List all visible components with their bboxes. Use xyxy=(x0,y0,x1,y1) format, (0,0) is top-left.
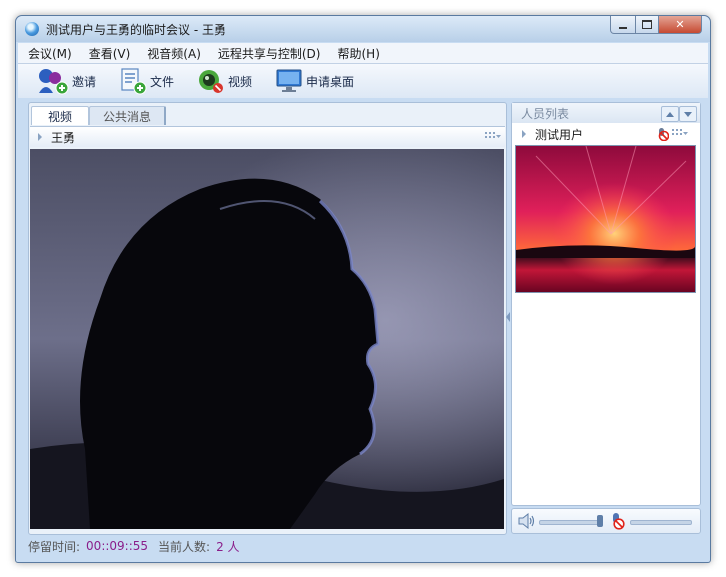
people-count-label: 当前人数: xyxy=(158,539,211,554)
remote-video xyxy=(30,149,504,529)
people-count-value: 2 人 xyxy=(216,539,240,554)
close-button[interactable]: ✕ xyxy=(659,16,702,34)
status-bar: 停留时间: 00::09::55 当前人数: 2 人 xyxy=(28,536,250,556)
participant-name: 测试用户 xyxy=(535,128,584,142)
file-button[interactable]: 文件 xyxy=(118,67,174,95)
mic-muted-icon[interactable] xyxy=(608,512,626,530)
speaker-volume-thumb[interactable] xyxy=(597,515,603,527)
video-frame xyxy=(30,149,504,529)
participant-list-title: 人员列表 xyxy=(521,107,570,121)
window-title: 测试用户与王勇的临时会议 - 王勇 xyxy=(46,23,226,37)
scroll-down-button[interactable] xyxy=(679,106,697,122)
menu-audio-video[interactable]: 视音频(A) xyxy=(137,45,208,62)
participant-panel: 人员列表 测试用户 xyxy=(511,102,701,506)
video-icon xyxy=(199,70,224,93)
audio-controls xyxy=(511,508,701,534)
expand-arrow-icon[interactable] xyxy=(522,130,526,138)
file-label: 文件 xyxy=(150,74,175,89)
chevron-up-icon xyxy=(666,111,674,117)
tab-video[interactable]: 视频 xyxy=(31,106,89,125)
close-icon: ✕ xyxy=(675,18,685,31)
stay-time-value: 00::09::55 xyxy=(86,539,149,553)
stay-time-label: 停留时间: xyxy=(28,539,81,554)
desktop-label: 申请桌面 xyxy=(306,74,355,89)
menu-meeting[interactable]: 会议(M) xyxy=(18,45,79,62)
expand-arrow-icon[interactable] xyxy=(38,133,42,141)
video-header: 王勇 xyxy=(30,126,505,147)
tab-public-messages[interactable]: 公共消息 xyxy=(89,106,167,125)
speaker-volume-slider[interactable] xyxy=(539,520,603,525)
video-label: 视频 xyxy=(228,74,253,89)
maximize-icon xyxy=(642,20,652,29)
invite-button[interactable]: 邀请 xyxy=(36,67,96,95)
mic-volume-slider[interactable] xyxy=(630,520,692,525)
menu-bar: 会议(M) 查看(V) 视音频(A) 远程共享与控制(D) 帮助(H) xyxy=(18,43,708,64)
video-owner-name: 王勇 xyxy=(51,131,76,145)
participant-list-header: 人员列表 xyxy=(512,103,700,123)
menu-remote-share[interactable]: 远程共享与控制(D) xyxy=(208,45,328,62)
speaker-icon[interactable] xyxy=(518,513,536,529)
app-window: 测试用户与王勇的临时会议 - 王勇 ✕ 会议(M) 查看(V) 视音频(A) 远… xyxy=(15,15,711,563)
video-panel: 视频 公共消息 王勇 xyxy=(28,102,507,535)
invite-people-icon xyxy=(39,69,69,95)
chevron-down-icon xyxy=(684,111,692,117)
toolbar: 邀请 文件 视频 申请桌面 xyxy=(18,64,708,98)
menu-help[interactable]: 帮助(H) xyxy=(327,45,386,62)
monitor-icon xyxy=(276,69,302,92)
muted-mic-icon xyxy=(658,128,669,141)
participant-video-thumbnail xyxy=(515,145,696,293)
request-desktop-button[interactable]: 申请桌面 xyxy=(274,67,354,95)
app-globe-icon xyxy=(25,22,39,36)
minimize-icon xyxy=(619,26,627,29)
video-button[interactable]: 视频 xyxy=(196,67,252,95)
title-bar[interactable]: 测试用户与王勇的临时会议 - 王勇 ✕ xyxy=(16,16,710,42)
sunset-image xyxy=(516,146,695,292)
minimize-button[interactable] xyxy=(610,16,636,34)
invite-label: 邀请 xyxy=(72,74,97,89)
maximize-button[interactable] xyxy=(636,16,659,34)
file-add-icon xyxy=(121,68,147,95)
participant-item[interactable]: 测试用户 xyxy=(512,124,700,144)
grid-menu-icon[interactable] xyxy=(485,132,501,142)
menu-view[interactable]: 查看(V) xyxy=(79,45,138,62)
grid-menu-icon[interactable] xyxy=(672,129,688,139)
scroll-up-button[interactable] xyxy=(661,106,679,122)
